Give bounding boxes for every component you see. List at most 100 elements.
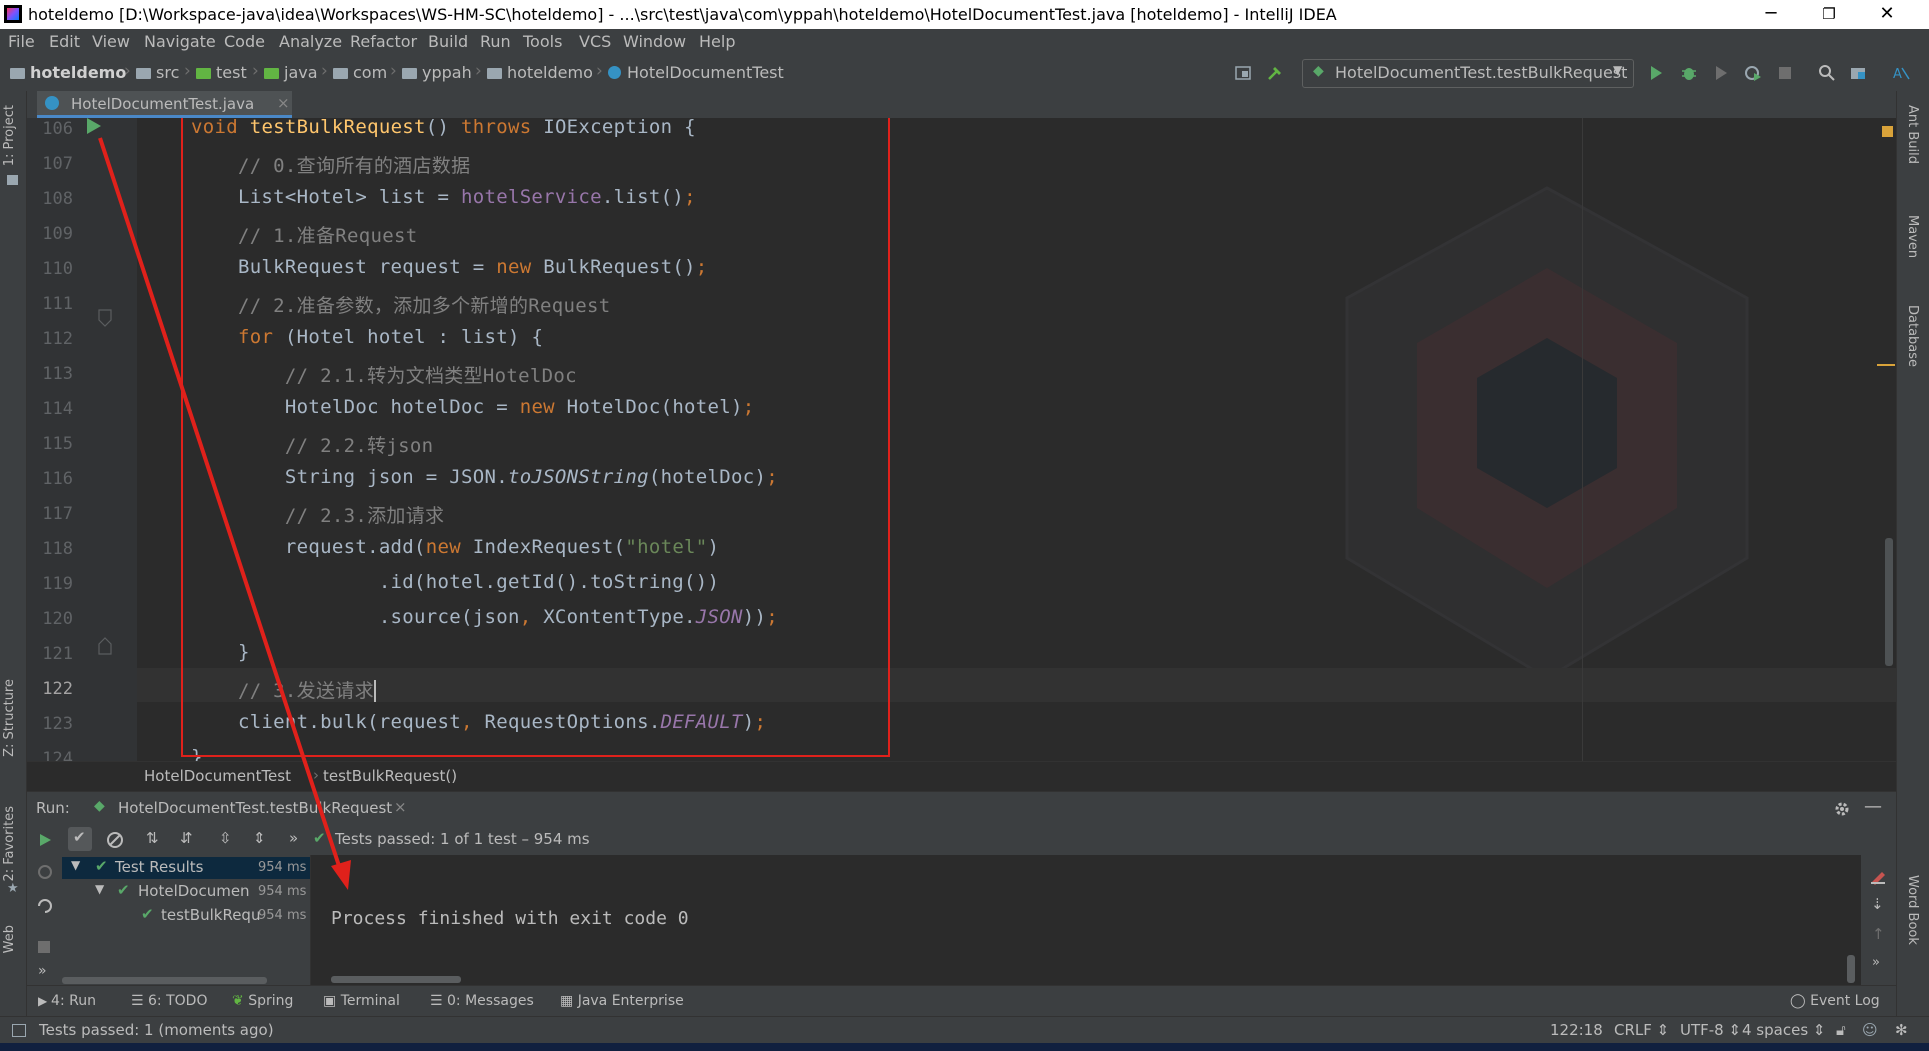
show-passed-toggle[interactable]: ✔: [68, 827, 92, 851]
console-vertical-scrollbar[interactable]: [1847, 955, 1855, 983]
crumb-com[interactable]: com: [333, 63, 387, 82]
code-editor[interactable]: 106 107 108 109 110 111 112 113 114 115 …: [27, 118, 1896, 761]
menu-build[interactable]: Build: [428, 29, 468, 55]
crumb-yppah[interactable]: yppah: [402, 63, 472, 82]
crumb-java[interactable]: java: [264, 63, 318, 82]
menu-analyze[interactable]: Analyze: [279, 29, 342, 55]
rerun-icon[interactable]: [37, 832, 53, 848]
word-book-tool-button[interactable]: Word Book: [1905, 875, 1920, 945]
layout-icon[interactable]: [1234, 64, 1252, 82]
close-window-button[interactable]: ✕: [1858, 0, 1916, 29]
rerun-failed-icon[interactable]: [36, 863, 54, 881]
breadcrumb-method[interactable]: testBulkRequest(): [323, 767, 457, 785]
line-separator[interactable]: CRLF ⇕: [1614, 1017, 1669, 1043]
run-configuration-dropdown[interactable]: ◆ HotelDocumentTest.testBulkRequest ▼: [1302, 59, 1634, 88]
run-test-gutter-icon[interactable]: [81, 118, 105, 138]
toggle-auto-test-icon[interactable]: [36, 897, 54, 915]
gear-icon[interactable]: [1833, 800, 1851, 818]
menu-refactor[interactable]: Refactor: [350, 29, 417, 55]
close-run-tab-icon[interactable]: ×: [394, 798, 407, 816]
profile-icon[interactable]: [1744, 64, 1762, 82]
ant-build-tool-button[interactable]: Ant Build: [1905, 105, 1920, 164]
error-stripe-mark[interactable]: [1877, 364, 1895, 366]
editor-vertical-scrollbar[interactable]: [1885, 538, 1893, 666]
inspector-icon[interactable]: ☺︎: [1862, 1017, 1878, 1043]
menu-edit[interactable]: Edit: [49, 29, 80, 55]
status-panel-icon[interactable]: [12, 1024, 26, 1037]
debug-icon[interactable]: [1680, 64, 1698, 82]
project-tool-button[interactable]: 1: Project: [2, 105, 17, 166]
menu-vcs[interactable]: VCS: [579, 29, 611, 55]
editor-tab-hoteldocumenttest[interactable]: HotelDocumentTest.java ×: [37, 91, 292, 118]
run-icon[interactable]: [1647, 64, 1665, 82]
minimize-button[interactable]: ─: [1742, 0, 1800, 29]
indent-setting[interactable]: 4 spaces ⇕: [1742, 1017, 1825, 1043]
minimize-panel-icon[interactable]: —: [1864, 796, 1882, 817]
translate-icon[interactable]: A: [1892, 64, 1910, 82]
more-actions-button[interactable]: »: [289, 829, 298, 847]
expand-arrow-icon[interactable]: ▼: [95, 882, 104, 896]
more-icon[interactable]: »: [38, 963, 47, 979]
menu-navigate[interactable]: Navigate: [144, 29, 216, 55]
up-arrow-icon[interactable]: ↑: [1872, 925, 1885, 943]
sort-alphabetically-icon[interactable]: ⇅: [146, 829, 159, 847]
more-icon[interactable]: »: [1872, 955, 1880, 970]
caret-position[interactable]: 122:18: [1550, 1017, 1603, 1043]
sort-by-duration-icon[interactable]: ⇵: [180, 829, 193, 847]
tool-tab-spring[interactable]: ❦ Spring: [232, 993, 293, 1009]
console-horizontal-scrollbar[interactable]: [331, 976, 461, 983]
file-encoding[interactable]: UTF-8 ⇕: [1680, 1017, 1741, 1043]
lock-icon[interactable]: 🔓︎: [1836, 1017, 1846, 1043]
menu-code[interactable]: Code: [224, 29, 265, 55]
run-tab-label[interactable]: HotelDocumentTest.testBulkRequest: [118, 799, 392, 817]
crumb-hoteldocumenttest[interactable]: HotelDocumentTest: [608, 63, 784, 82]
tool-tab-todo[interactable]: ☰ 6: TODO: [131, 993, 207, 1009]
fold-marker-icon[interactable]: [97, 306, 113, 330]
tree-row-test-method[interactable]: ✔ testBulkRequ 954 ms: [62, 905, 310, 927]
tree-row-test-results[interactable]: ▼ ✔ Test Results 954 ms: [62, 857, 310, 879]
collapse-all-icon[interactable]: ⇕: [253, 829, 266, 847]
project-structure-icon[interactable]: [1849, 64, 1867, 82]
tool-tab-terminal[interactable]: ▣ Terminal: [323, 993, 400, 1009]
tree-row-test-class[interactable]: ▼ ✔ HotelDocumen 954 ms: [62, 881, 310, 903]
tool-tab-messages[interactable]: ☰ 0: Messages: [430, 993, 534, 1009]
menu-run[interactable]: Run: [480, 29, 511, 55]
crumb-hoteldemo[interactable]: hoteldemo: [10, 63, 126, 82]
breadcrumb-class[interactable]: HotelDocumentTest: [144, 767, 291, 785]
menu-view[interactable]: View: [92, 29, 130, 55]
structure-tool-button[interactable]: Z: Structure: [2, 679, 17, 757]
show-ignored-icon[interactable]: [106, 831, 124, 849]
clear-console-icon[interactable]: [1869, 867, 1887, 885]
stop-icon[interactable]: [38, 941, 50, 953]
tool-tab-java-enterprise[interactable]: ▦ Java Enterprise: [560, 993, 684, 1009]
tool-tab-run[interactable]: ▶ 4: Run: [38, 993, 96, 1009]
crumb-src[interactable]: src: [136, 63, 179, 82]
scroll-to-end-icon[interactable]: ⇣: [1871, 895, 1884, 913]
web-tool-button[interactable]: Web: [2, 925, 17, 953]
crumb-hoteldemo-pkg[interactable]: hoteldemo: [487, 63, 593, 82]
maximize-button[interactable]: ❐: [1800, 0, 1858, 29]
menu-tools[interactable]: Tools: [523, 29, 562, 55]
maven-tool-button[interactable]: Maven: [1905, 215, 1920, 258]
database-tool-button[interactable]: Database: [1905, 305, 1920, 367]
messages-icon: ☰: [430, 993, 448, 1009]
expand-arrow-icon[interactable]: ▼: [71, 858, 80, 872]
stop-icon[interactable]: [1776, 64, 1794, 82]
fold-marker-icon[interactable]: [97, 634, 113, 658]
run-with-coverage-icon[interactable]: [1712, 64, 1730, 82]
menu-window[interactable]: Window: [623, 29, 686, 55]
expand-all-icon[interactable]: ⇳: [219, 829, 232, 847]
tree-horizontal-scrollbar[interactable]: [62, 977, 267, 984]
crumb-test[interactable]: test: [196, 63, 247, 82]
warning-marker-icon[interactable]: [1882, 126, 1893, 137]
build-hammer-icon[interactable]: [1266, 64, 1284, 82]
menu-help[interactable]: Help: [699, 29, 735, 55]
favorites-tool-button[interactable]: 2: Favorites: [2, 806, 17, 882]
search-icon[interactable]: [1818, 64, 1836, 82]
gear-icon[interactable]: ✻: [1895, 1017, 1908, 1043]
tool-tab-event-log[interactable]: ◯ Event Log: [1790, 993, 1880, 1009]
line-number: 115: [42, 434, 73, 454]
menu-file[interactable]: File: [8, 29, 35, 55]
close-tab-icon[interactable]: ×: [277, 91, 290, 115]
console-output[interactable]: Process finished with exit code 0: [311, 855, 1861, 985]
